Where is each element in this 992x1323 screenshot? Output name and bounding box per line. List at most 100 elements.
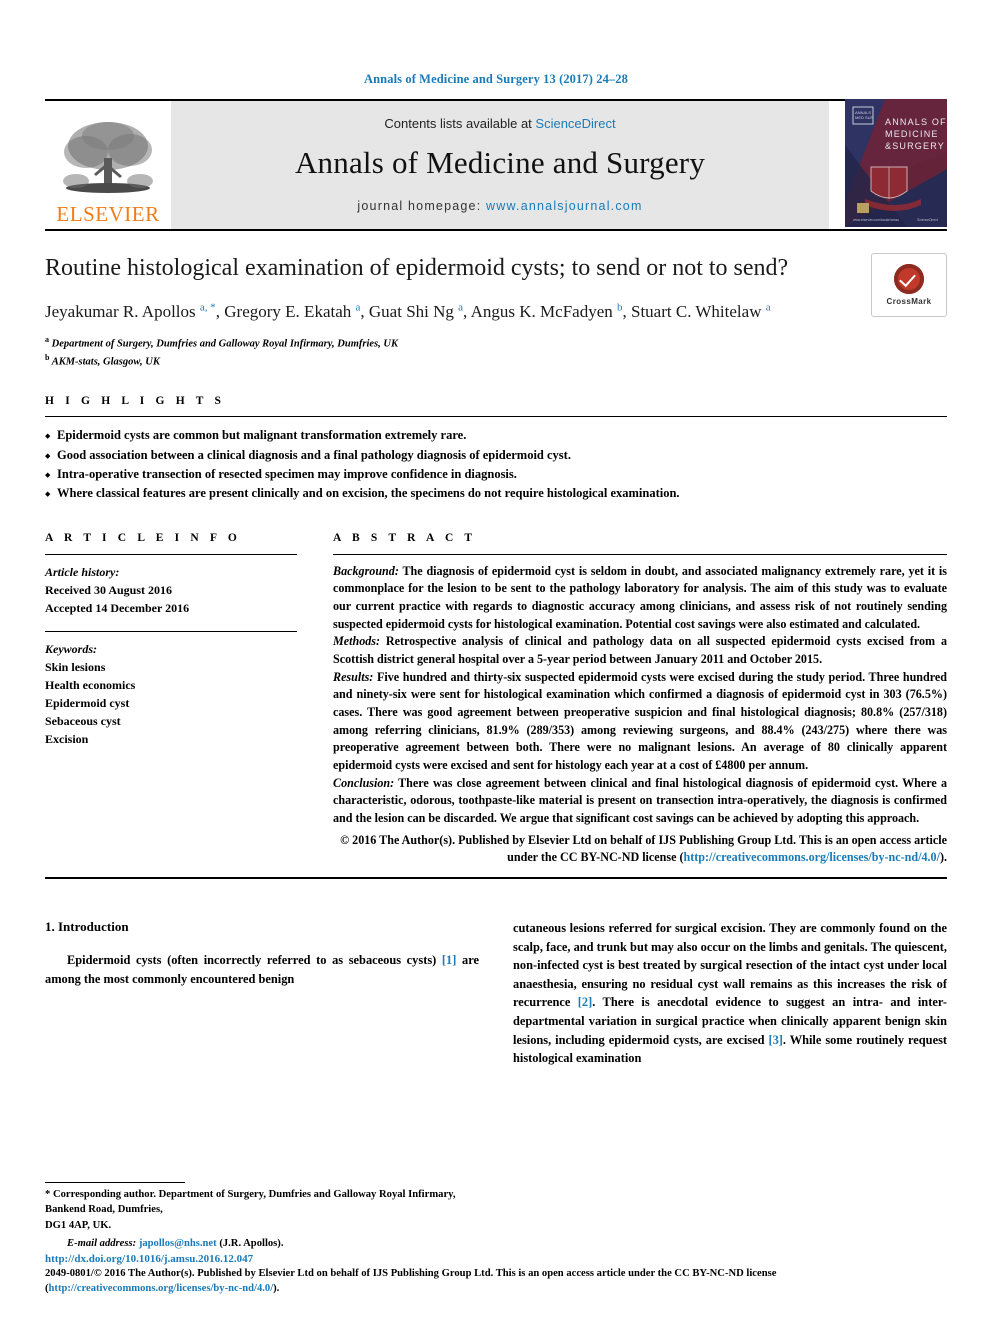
journal-cover-thumbnail: ANNALS MED SUR ANNALS OF MEDICINE &SURGE…: [845, 98, 947, 232]
keyword-item: Epidermoid cyst: [45, 695, 130, 710]
highlights-section: H I G H L I G H T S Epidermoid cysts are…: [45, 395, 947, 505]
journal-masthead: ELSEVIER Contents lists available at Sci…: [45, 98, 947, 232]
affiliation-a: a Department of Surgery, Dumfries and Ga…: [45, 334, 398, 350]
sciencedirect-link[interactable]: ScienceDirect: [535, 116, 615, 131]
reference-link-2[interactable]: [2]: [578, 995, 592, 1009]
highlights-heading: H I G H L I G H T S: [45, 395, 226, 408]
crossmark-check-icon: [894, 264, 924, 294]
abstract-conclusion-text: There was close agreement between clinic…: [333, 775, 947, 825]
footer-copyright-tail: ).: [273, 1283, 280, 1295]
cover-title-line3: &SURGERY: [885, 141, 945, 151]
list-item: Good association between a clinical diag…: [45, 446, 947, 467]
page-title: Routine histological examination of epid…: [45, 255, 789, 281]
svg-text:www.elsevier.com/locate/amsu: www.elsevier.com/locate/amsu: [853, 218, 899, 222]
crossmark-label: CrossMark: [886, 297, 932, 306]
highlights-list: Epidermoid cysts are common but malignan…: [45, 426, 947, 505]
footer-copyright: 2049-0801/© 2016 The Author(s). Publishe…: [45, 1267, 947, 1297]
abstract-conclusion-label: Conclusion:: [333, 775, 395, 790]
abstract-copyright: © 2016 The Author(s). Published by Elsev…: [333, 832, 947, 867]
email-owner: (J.R. Apollos).: [216, 1238, 284, 1249]
footer-license-link-b[interactable]: creativecommons.org/licenses/by-nc-nd/4.…: [77, 1283, 273, 1294]
journal-title: Annals of Medicine and Surgery: [294, 144, 706, 180]
abstract-heading: A B S T R A C T: [333, 531, 477, 544]
keywords-rule: [45, 630, 297, 632]
corresponding-author-note: * Corresponding author. Department of Su…: [45, 1187, 465, 1233]
svg-text:MED SUR: MED SUR: [855, 115, 874, 120]
cover-title-line1: ANNALS OF: [885, 117, 947, 127]
abstract-results-label: Results:: [333, 669, 374, 684]
contents-prefix: Contents lists available at: [384, 115, 536, 131]
article-info-rule: [45, 553, 297, 555]
running-head: Annals of Medicine and Surgery 13 (2017)…: [364, 72, 628, 86]
abstract-bottom-rule: [45, 876, 947, 879]
abstract-rule: [333, 553, 947, 555]
body-column-right: cutaneous lesions referred for surgical …: [513, 919, 947, 1068]
crossmark-badge[interactable]: CrossMark: [871, 253, 947, 317]
author-list: Jeyakumar R. Apollos a, *, Gregory E. Ek…: [45, 301, 771, 321]
affiliation-a-text: Department of Surgery, Dumfries and Gall…: [51, 338, 398, 350]
journal-homepage-line: journal homepage: www.annalsjournal.com: [357, 199, 642, 213]
abstract-body: Background: The diagnosis of epidermoid …: [333, 563, 947, 828]
elsevier-logo: ELSEVIER: [45, 101, 171, 229]
article-info-heading: A R T I C L E I N F O: [45, 531, 241, 544]
keyword-list: Skin lesions Health economics Epidermoid c…: [45, 658, 297, 748]
article-page: Annals of Medicine and Surgery 13 (2017)…: [0, 0, 992, 1323]
elsevier-wordmark: ELSEVIER: [56, 202, 160, 226]
article-history-group: Article history: Received 30 August 2016…: [45, 563, 297, 617]
homepage-url-link[interactable]: www.annalsjournal.com: [486, 199, 643, 213]
list-item: Where classical features are present cli…: [45, 484, 947, 505]
abstract-results-text: Five hundred and thirty-six suspected ep…: [333, 669, 947, 772]
article-history-label: Article history:: [45, 564, 120, 579]
corresponding-author-text: * Corresponding author. Department of Su…: [45, 1188, 456, 1216]
accepted-date: Accepted 14 December 2016: [45, 600, 190, 615]
abstract-background: Background: The diagnosis of epidermoid …: [333, 563, 947, 634]
highlights-rule: [45, 416, 947, 418]
received-date: Received 30 August 2016: [45, 582, 172, 597]
masthead-center: Contents lists available at ScienceDirec…: [171, 101, 829, 229]
intro-left-text-a: Epidermoid cysts (often incorrectly refe…: [67, 952, 442, 967]
elsevier-tree-icon: [63, 122, 153, 193]
email-label: E-mail address:: [67, 1238, 139, 1249]
keywords-label: Keywords:: [45, 641, 97, 656]
abstract-column: A B S T R A C T Background: The diagnosi…: [333, 532, 947, 867]
list-item: Intra-operative transection of resected …: [45, 465, 947, 486]
keyword-item: Health economics: [45, 677, 136, 692]
footnote-zone: * Corresponding author. Department of Su…: [45, 1181, 465, 1249]
body-columns: 1. Introduction Epidermoid cysts (often …: [45, 919, 947, 1068]
reference-link-1[interactable]: [1]: [442, 953, 456, 967]
abstract-methods-label: Methods:: [333, 634, 381, 649]
introduction-paragraph-left: Epidermoid cysts (often incorrectly refe…: [45, 951, 479, 988]
affiliation-b: b AKM-stats, Glasgow, UK: [45, 352, 160, 368]
introduction-heading: 1. Introduction: [45, 918, 129, 934]
introduction-paragraph-right: cutaneous lesions referred for surgical …: [513, 919, 947, 1068]
list-item: Epidermoid cysts are common but malignan…: [45, 426, 947, 447]
reference-link-3[interactable]: [3]: [768, 1033, 782, 1047]
cover-title-line2: MEDICINE: [885, 129, 939, 139]
homepage-label: journal homepage:: [357, 198, 487, 213]
contents-available-line: Contents lists available at ScienceDirec…: [384, 116, 615, 131]
svg-text:ScienceDirect: ScienceDirect: [917, 218, 938, 222]
doi-link[interactable]: http://dx.doi.org/10.1016/j.amsu.2016.12…: [45, 1253, 947, 1265]
info-abstract-section: A R T I C L E I N F O Article history: R…: [45, 532, 947, 867]
abstract-background-text: The diagnosis of epidermoid cyst is seld…: [333, 563, 947, 631]
page-footer: http://dx.doi.org/10.1016/j.amsu.2016.12…: [45, 1253, 947, 1297]
corresponding-author-postcode: DG1 4AP, UK.: [45, 1219, 112, 1231]
keyword-item: Sebaceous cyst: [45, 713, 121, 728]
keywords-group: Keywords: Skin lesions Health economics Ep…: [45, 640, 297, 748]
abstract-background-label: Background:: [333, 563, 399, 578]
keyword-item: Skin lesions: [45, 659, 106, 674]
journal-cover-image: ANNALS MED SUR ANNALS OF MEDICINE &SURGE…: [845, 98, 947, 227]
abstract-methods-text: Retrospective analysis of clinical and p…: [333, 634, 947, 667]
abstract-results: Results: Five hundred and thirty-six sus…: [333, 669, 947, 775]
article-info-column: A R T I C L E I N F O Article history: R…: [45, 532, 297, 867]
abstract-conclusion: Conclusion: There was close agreement be…: [333, 775, 947, 828]
abstract-license-link[interactable]: http://creativecommons.org/licenses/by-n…: [684, 850, 940, 864]
abstract-copyright-tail: ).: [939, 850, 947, 865]
title-block: CrossMark Routine histological examinati…: [45, 231, 947, 369]
abstract-methods: Methods: Retrospective analysis of clini…: [333, 633, 947, 668]
affiliation-b-text: AKM-stats, Glasgow, UK: [51, 356, 160, 368]
email-link[interactable]: japollos@nhs.net: [139, 1238, 217, 1249]
keyword-item: Excision: [45, 731, 89, 746]
footer-license-link-a[interactable]: http://: [49, 1283, 77, 1294]
email-note: E-mail address: japollos@nhs.net (J.R. A…: [45, 1238, 465, 1249]
